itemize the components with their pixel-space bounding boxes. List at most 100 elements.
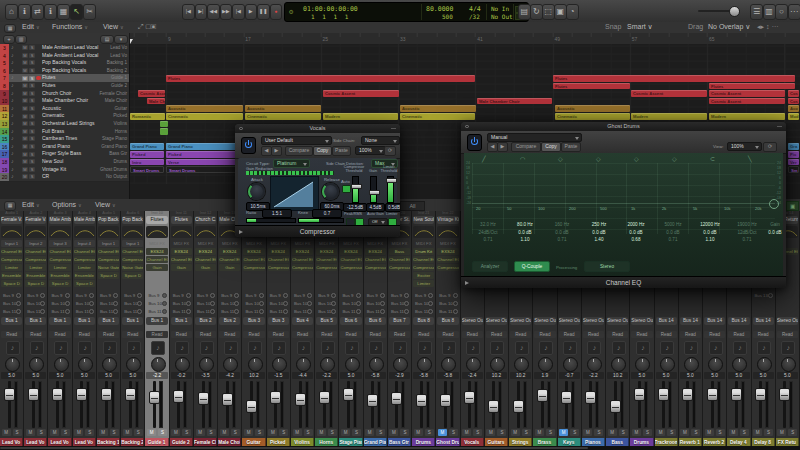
strip-mute-button[interactable]: M (414, 429, 423, 436)
more-icon[interactable]: ⋯ (788, 4, 800, 20)
volume-value[interactable]: 10.2 (243, 372, 264, 379)
track-sort-button[interactable]: ▤ (100, 35, 114, 44)
output-slot[interactable]: Bus 1 (171, 317, 192, 325)
processing-dropdown[interactable]: Stereo (584, 261, 630, 272)
pan-knob[interactable] (490, 357, 505, 372)
lcd-tempo[interactable]: 80.0000 (426, 5, 453, 13)
strip-mute-button[interactable]: M (608, 429, 617, 436)
pause-button[interactable]: ❚❚ (257, 4, 270, 20)
fader-knob[interactable] (246, 400, 257, 413)
fader-knob[interactable] (173, 390, 184, 403)
output-slot[interactable]: Bus 14 (753, 317, 774, 325)
region-grand-piano[interactable]: Grand Piano (130, 143, 164, 150)
arrange-menu-edit[interactable]: Edit ∨ (22, 23, 40, 30)
automation-mode-button[interactable]: Read (607, 331, 628, 338)
send-slot[interactable]: Bus 9 (389, 292, 410, 299)
fader-knob[interactable] (319, 391, 330, 404)
snap-value[interactable]: Smart ∨ (627, 23, 653, 31)
strip-solo-button[interactable]: S (400, 429, 409, 436)
track-solo-button[interactable]: S (29, 114, 35, 119)
plugin-slot[interactable]: Gain (146, 264, 167, 271)
output-slot[interactable]: Bus 1 (49, 317, 70, 325)
fader-knob[interactable] (125, 388, 136, 401)
pan-knob[interactable] (369, 357, 384, 372)
send-knob[interactable] (65, 293, 70, 298)
strip-mute-button[interactable]: M (268, 429, 277, 436)
plugin-slot[interactable]: Compressor (365, 264, 386, 271)
region-cinematic[interactable]: Cinematic (245, 113, 321, 120)
send-knob[interactable] (428, 301, 433, 306)
send-knob[interactable] (137, 309, 142, 314)
pan-knob[interactable] (393, 357, 408, 372)
fader-knob[interactable] (658, 388, 669, 401)
track-solo-button[interactable]: S (29, 68, 35, 73)
strip-eq-thumbnail[interactable] (1, 226, 22, 238)
plugin-slot[interactable]: Space D (98, 272, 119, 279)
plugin-slot[interactable]: Channel EQ (316, 256, 337, 263)
send-slot[interactable]: Bus 10 (437, 300, 458, 307)
fader-knob[interactable] (682, 388, 693, 401)
send-slot[interactable]: Bus 9 (243, 292, 264, 299)
output-slot[interactable]: Bus 14 (728, 317, 749, 325)
region-intro[interactable]: Intro (130, 159, 164, 166)
send-slot[interactable]: Bus 11 (122, 308, 143, 315)
output-slot[interactable]: Bus 1 (25, 317, 46, 325)
track-mute-button[interactable]: M (22, 98, 28, 103)
send-knob[interactable] (356, 293, 361, 298)
plugin-slot[interactable]: Channel EQ (171, 256, 192, 263)
pan-knob[interactable] (29, 357, 44, 372)
automation-mode-button[interactable]: Read (25, 331, 46, 338)
send-slot[interactable]: Bus 11 (340, 308, 361, 315)
strip-mute-button[interactable]: M (26, 429, 35, 436)
track-solo-button[interactable]: S (29, 76, 35, 81)
plugin-slot[interactable]: Compressor (49, 256, 70, 263)
strip-mute-button[interactable]: M (220, 429, 229, 436)
track-mute-button[interactable]: M (22, 121, 28, 126)
volume-value[interactable]: 5.0 (631, 372, 652, 379)
automation-mode-button[interactable]: Read (704, 331, 725, 338)
send-slot[interactable]: Bus 11 (413, 308, 434, 315)
strip-input-slot[interactable]: MIDI FX (292, 240, 313, 247)
track-mute-button[interactable]: M (22, 91, 28, 96)
eq-master-gain-readout[interactable]: Gain0.0 dB (764, 221, 783, 236)
track-solo-button[interactable]: S (29, 45, 35, 50)
send-slot[interactable]: Bus 9 (340, 292, 361, 299)
send-slot[interactable]: Bus 11 (268, 308, 289, 315)
fader-knob[interactable] (295, 393, 306, 406)
automation-mode-button[interactable]: Read (389, 331, 410, 338)
output-slot[interactable]: Bus 5 (316, 317, 337, 325)
send-knob[interactable] (137, 293, 142, 298)
instrument-slot[interactable]: EXS24 (243, 248, 264, 255)
automation-mode-button[interactable]: Read (268, 331, 289, 338)
send-slot[interactable]: Bus 11 (316, 308, 337, 315)
record-button[interactable]: ● (270, 4, 283, 20)
strip-eq-thumbnail[interactable] (74, 226, 95, 238)
volume-value[interactable]: 10.2 (510, 372, 531, 379)
strip-solo-button[interactable]: S (61, 429, 70, 436)
mixer-menu-view[interactable]: View ∨ (95, 201, 116, 208)
fader-knob[interactable] (391, 392, 402, 405)
output-slot[interactable]: Bus 1 (1, 317, 22, 325)
region-block[interactable] (160, 128, 168, 135)
send-slot[interactable]: Bus 10 (122, 300, 143, 307)
quick-help-icon[interactable]: ⇄ (31, 4, 44, 20)
toolbar-icon-4[interactable]: ◔ (566, 4, 579, 20)
automation-mode-button[interactable]: Read (98, 331, 119, 338)
fader-knob[interactable] (585, 391, 596, 404)
strip-mute-button[interactable]: M (705, 429, 714, 436)
volume-value[interactable]: -0.2 (171, 372, 192, 379)
send-knob[interactable] (428, 293, 433, 298)
strip-input-slot[interactable]: MIDI FX (316, 240, 337, 247)
instrument-slot[interactable]: EXS24 (219, 248, 240, 255)
send-knob[interactable] (307, 309, 312, 314)
eq-band-readout[interactable]: 32.0 Hz24dB/Oct0.71 (470, 221, 506, 244)
strip-name-button[interactable]: Female V... (25, 216, 46, 224)
send-slot[interactable]: Bus 9 (171, 292, 192, 299)
send-slot[interactable]: Bus 10 (25, 300, 46, 307)
go-end-button[interactable]: ▶| (195, 4, 208, 20)
automation-mode-button[interactable]: Read (74, 331, 95, 338)
plugin-slot[interactable]: Compressor (268, 264, 289, 271)
volume-value[interactable]: 5.0 (753, 372, 774, 379)
track-solo-button[interactable]: S (29, 167, 35, 172)
send-knob[interactable] (404, 293, 409, 298)
